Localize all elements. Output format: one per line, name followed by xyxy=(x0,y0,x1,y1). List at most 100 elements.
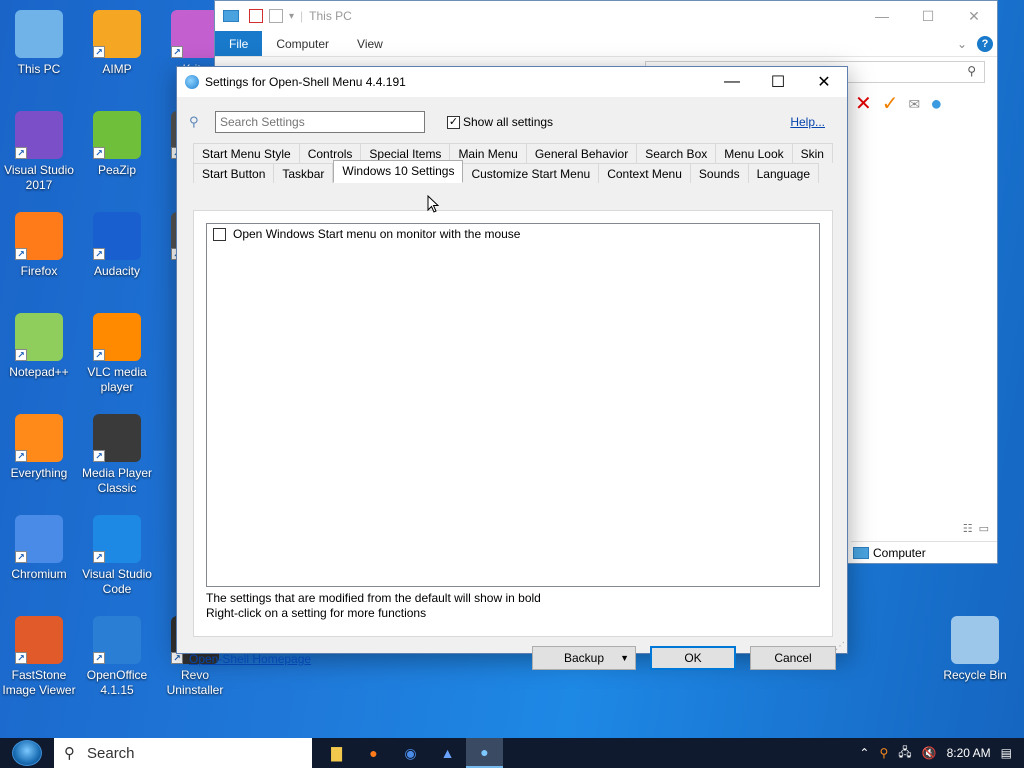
start-button[interactable] xyxy=(0,738,54,768)
desktop-icon[interactable]: ↗ Visual Studio Code xyxy=(78,515,156,597)
everything-icon[interactable]: ⚲ xyxy=(879,746,888,760)
ribbon-tab-view[interactable]: View xyxy=(343,31,397,56)
new-folder-icon[interactable] xyxy=(269,9,283,23)
tab-windows-10-settings[interactable]: Windows 10 Settings xyxy=(333,160,464,183)
backup-button[interactable]: Backup ▼ xyxy=(532,646,636,670)
open-shell-icon[interactable]: ● xyxy=(466,738,503,768)
close-icon[interactable]: ✕ xyxy=(801,67,847,97)
view-buttons: ☷ ▭ xyxy=(963,522,989,535)
nav-item-label: Computer xyxy=(873,545,926,560)
file-explorer-icon[interactable]: ▇ xyxy=(318,738,355,768)
dialog-titlebar[interactable]: Settings for Open-Shell Menu 4.4.191 — ☐… xyxy=(177,67,847,97)
desktop-icon[interactable]: ↗ OpenOffice 4.1.15 xyxy=(78,616,156,698)
ribbon-help-area: ⌄ ? xyxy=(957,31,997,56)
show-all-settings-label: Show all settings xyxy=(463,115,554,129)
network-icon[interactable]: 🖧 xyxy=(898,743,911,764)
maximize-icon[interactable]: ☐ xyxy=(755,67,801,97)
setting-label: Open Windows Start menu on monitor with … xyxy=(233,227,521,241)
tab-taskbar[interactable]: Taskbar xyxy=(274,163,334,183)
start-orb-icon xyxy=(12,740,42,766)
desktop-icon[interactable]: ↗ AIMP xyxy=(78,10,156,77)
search-settings-input[interactable] xyxy=(215,111,425,133)
krita-icon: ↗ xyxy=(171,10,219,58)
clock[interactable]: 8:20 AM xyxy=(947,746,991,760)
tab-start-menu-style[interactable]: Start Menu Style xyxy=(193,143,300,163)
settings-dialog[interactable]: Settings for Open-Shell Menu 4.4.191 — ☐… xyxy=(176,66,848,670)
settings-list[interactable]: Open Windows Start menu on monitor with … xyxy=(206,223,820,587)
chromium-icon: ↗ xyxy=(15,515,63,563)
chevron-down-icon[interactable]: ⌄ xyxy=(957,37,967,51)
ok-button[interactable]: OK xyxy=(650,646,736,670)
desktop-icon[interactable]: ↗ Chromium xyxy=(0,515,78,582)
desktop-icon[interactable]: ↗ Media Player Classic xyxy=(78,414,156,496)
volume-muted-icon[interactable]: 🔇 xyxy=(922,746,937,760)
desktop-icon-label: Recycle Bin xyxy=(943,668,1007,682)
email-icon[interactable]: ✉ xyxy=(909,93,921,115)
desktop-icon[interactable]: ↗ FastStone Image Viewer xyxy=(0,616,78,698)
desktop-icon[interactable]: Recycle Bin xyxy=(936,616,1014,683)
checkbox-box[interactable]: ✓ xyxy=(447,115,460,129)
resize-grip-icon[interactable]: ⋰ xyxy=(835,641,845,652)
desktop-icon[interactable]: ↗ Audacity xyxy=(78,212,156,279)
check-icon[interactable]: ✓ xyxy=(882,93,899,115)
maximize-icon[interactable]: ☐ xyxy=(905,5,951,27)
close-icon[interactable]: ✕ xyxy=(951,5,997,27)
desktop-icon[interactable]: ↗ Visual Studio 2017 xyxy=(0,111,78,193)
title-separator: | xyxy=(300,9,304,23)
cancel-button[interactable]: Cancel xyxy=(750,646,836,670)
ribbon-tab-file[interactable]: File xyxy=(215,31,263,56)
tab-language[interactable]: Language xyxy=(748,163,819,183)
explorer-nav-item-computer[interactable]: Computer xyxy=(851,541,997,563)
app-icon[interactable]: ▲ xyxy=(429,738,466,768)
desktop-icon[interactable]: This PC xyxy=(0,10,78,77)
ribbon-tab-computer[interactable]: Computer xyxy=(262,31,343,56)
minimize-icon[interactable]: — xyxy=(859,5,905,27)
details-view-icon[interactable]: ☷ xyxy=(963,522,973,535)
desktop-icon[interactable]: ↗ Firefox xyxy=(0,212,78,279)
list-item[interactable]: Open Windows Start menu on monitor with … xyxy=(207,224,819,244)
open-shell-homepage-link[interactable]: Open-Shell Homepage xyxy=(189,652,311,666)
help-link[interactable]: Help... xyxy=(790,115,825,129)
minimize-icon[interactable]: — xyxy=(709,67,755,97)
shortcut-arrow-icon: ↗ xyxy=(93,551,105,563)
tab-general-behavior[interactable]: General Behavior xyxy=(526,143,638,163)
dialog-body: ⚲ ✓ Show all settings Help... Start Menu… xyxy=(177,97,847,670)
delete-icon[interactable]: ✕ xyxy=(855,93,872,115)
taskbar: ⚲ Search ▇ ● ◉ ▲ ● ⌃ ⚲ 🖧 🔇 8:20 AM ▤ xyxy=(0,738,1024,768)
tab-start-button[interactable]: Start Button xyxy=(193,163,275,183)
recycle-bin-icon xyxy=(951,616,999,664)
tab-sounds[interactable]: Sounds xyxy=(690,163,749,183)
setting-checkbox[interactable] xyxy=(213,227,226,241)
help-icon[interactable]: ? xyxy=(977,35,993,52)
desktop-icon[interactable]: ↗ PeaZip xyxy=(78,111,156,178)
chromium-icon[interactable]: ◉ xyxy=(392,738,429,768)
tab-context-menu[interactable]: Context Menu xyxy=(599,163,691,183)
open-shell-icon[interactable]: ● xyxy=(930,93,942,115)
desktop-icon-label: VLC media player xyxy=(87,365,147,394)
notifications-icon[interactable]: ▤ xyxy=(1001,746,1012,760)
desktop-icon-label: Visual Studio 2017 xyxy=(4,163,74,192)
desktop-icon[interactable]: ↗ Everything xyxy=(0,414,78,481)
tab-customize-start-menu[interactable]: Customize Start Menu xyxy=(463,163,600,183)
desktop-icon-label: FastStone Image Viewer xyxy=(2,668,76,697)
dropdown-arrow-icon[interactable]: ▼ xyxy=(620,653,629,663)
computer-icon xyxy=(853,546,869,559)
properties-icon[interactable] xyxy=(249,9,263,23)
search-icon: ⚲ xyxy=(967,64,976,78)
desktop-icon[interactable]: ↗ VLC media player xyxy=(78,313,156,395)
peazip-icon: ↗ xyxy=(93,111,141,159)
tab-search-box[interactable]: Search Box xyxy=(637,143,717,163)
taskbar-search-box[interactable]: ⚲ Search xyxy=(54,738,312,768)
shortcut-arrow-icon: ↗ xyxy=(93,248,105,260)
large-icons-view-icon[interactable]: ▭ xyxy=(979,522,989,535)
chevron-up-icon[interactable]: ⌃ xyxy=(859,746,869,760)
show-all-settings-checkbox[interactable]: ✓ Show all settings xyxy=(447,115,553,129)
desktop-icon-label: Visual Studio Code xyxy=(82,567,152,596)
firefox-icon[interactable]: ● xyxy=(355,738,392,768)
shortcut-arrow-icon: ↗ xyxy=(93,349,105,361)
shortcut-arrow-icon: ↗ xyxy=(15,248,27,260)
desktop-icon[interactable]: ↗ Notepad++ xyxy=(0,313,78,380)
chevron-down-icon[interactable]: ▾ xyxy=(289,11,294,22)
tab-skin[interactable]: Skin xyxy=(792,143,833,163)
tab-menu-look[interactable]: Menu Look xyxy=(716,143,793,163)
